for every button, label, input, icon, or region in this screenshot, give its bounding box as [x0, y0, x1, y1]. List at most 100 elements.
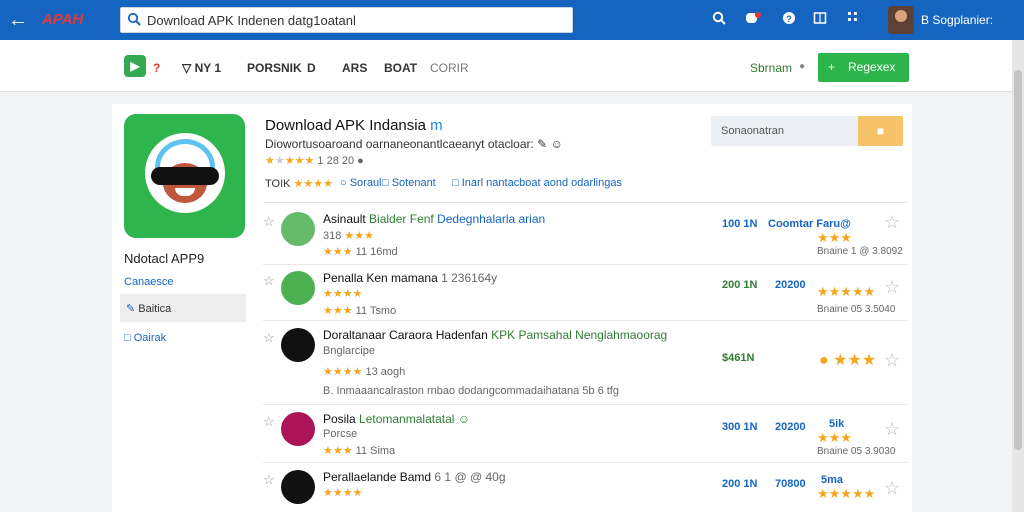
app-row-meta: ★★★ 11 Tsmo [323, 305, 397, 317]
search-box[interactable] [120, 7, 573, 33]
user-avatar[interactable] [888, 6, 914, 34]
app-row-rating: ★★★★ [323, 487, 363, 499]
app-row-stars: ★★★ [817, 430, 852, 445]
meta-link-1[interactable]: ○ Soraul [340, 177, 382, 189]
app-row-size: 5ma [821, 474, 844, 486]
app-row-meta: ★★★ 11 16md [323, 246, 398, 258]
meta-link-2[interactable]: □ Sotenant [382, 177, 436, 189]
rating-value: 1 28 20 [317, 155, 355, 167]
page-title-text: Download APK Indansia [265, 117, 426, 134]
app-row-title: Doraltanaar Caraora Hadenfan KPK Pamsaha… [323, 328, 668, 342]
app-avatar [281, 412, 315, 446]
sidebar-link-3-label: Oairak [133, 332, 167, 344]
favorite-star-icon[interactable]: ☆ [263, 414, 275, 430]
calendar-icon[interactable] [812, 11, 828, 27]
search-input[interactable] [147, 11, 567, 29]
scrollbar-thumb[interactable] [1014, 70, 1022, 450]
search-icon[interactable] [711, 11, 727, 27]
favorite-star-icon[interactable]: ☆ [263, 273, 275, 289]
app-row-version[interactable]: 20200 [775, 279, 806, 291]
nav-item-3[interactable]: D [307, 61, 316, 75]
app-row-downloads: 300 1N [722, 421, 758, 433]
register-button[interactable]: + Regexex [818, 53, 909, 82]
chevron-down-icon[interactable]: ● [799, 61, 809, 73]
app-row-meta: ★★★ 11 Sima [323, 445, 396, 457]
main-panel: Download APK Indansia m Diowortusoaroand… [258, 104, 912, 512]
sidebar-link-2: ✎ Baitica [126, 302, 171, 315]
app-row-stars: ● ★★★ [819, 352, 877, 369]
nav-item-1[interactable]: ▽ NY 1 [182, 61, 221, 75]
sidebar-link-1[interactable]: Canaesce [124, 276, 174, 288]
plus-icon: + [828, 60, 836, 74]
meta-link-3-label: Inarl nantacboat aond odarlingas [461, 177, 622, 189]
app-small-icon[interactable]: ▶ [124, 55, 146, 77]
page-title-suffix: m [430, 117, 443, 134]
apps-icon[interactable] [845, 11, 861, 27]
app-row-stars: ★★★★★ [817, 486, 876, 501]
nav-item-5[interactable]: BOAT [384, 61, 417, 75]
nav-item-6[interactable]: CORIR [430, 61, 469, 75]
back-arrow-icon[interactable]: ← [8, 9, 30, 31]
app-logo-circle [145, 133, 225, 213]
divider [263, 462, 907, 463]
bookmark-star-icon[interactable]: ☆ [884, 277, 900, 298]
app-row-date: Bnaine 1 @ 3.8092 [817, 246, 903, 257]
bookmark-star-icon[interactable]: ☆ [884, 350, 900, 371]
divider [263, 404, 907, 405]
app-row-date: Bnaine 05 3.9030 [817, 446, 896, 457]
svg-text:?: ? [786, 14, 792, 24]
app-row-subtitle: Bnglarcipe [323, 345, 375, 357]
user-name[interactable]: B Sogplanier: [921, 13, 993, 27]
nav-item-2[interactable]: PORSNIK [247, 61, 302, 75]
downloads-count-text: TOIK [265, 178, 291, 190]
rating-stars: ★★★★★ [265, 155, 315, 167]
nav-label-1: NY 1 [194, 61, 222, 75]
app-avatar [281, 470, 315, 504]
downloads-stars: ★★★★ [293, 178, 333, 190]
sidebar-item-selected[interactable]: ✎ Baitica [120, 294, 246, 322]
app-avatar [281, 271, 315, 305]
sidebar-link-2-label: Baitica [138, 303, 172, 315]
inline-search-button[interactable]: ■ [858, 116, 903, 146]
app-avatar [281, 328, 315, 362]
app-row-stars: ★★★★★ [817, 284, 876, 299]
page-subtitle: Diowortusoaroand oarnaneonantlcaeanyt ot… [265, 137, 563, 151]
favorite-star-icon[interactable]: ☆ [263, 472, 275, 488]
app-row-version[interactable]: 20200 [775, 421, 806, 433]
app-sidebar: Ndotacl APP9 Canaesce ✎ Baitica □ Oairak [112, 104, 258, 512]
search-icon [127, 12, 141, 26]
nav-item-4[interactable]: ARS [342, 61, 367, 75]
site-logo[interactable]: APAH [42, 11, 83, 28]
link-icon: □ [124, 332, 134, 344]
favorite-star-icon[interactable]: ☆ [263, 214, 275, 230]
share-icon: ○ [340, 177, 350, 189]
app-row-stars: ★★★ [817, 230, 852, 245]
favorite-star-icon[interactable]: ☆ [263, 330, 275, 346]
sort-label[interactable]: Sbrnam [750, 61, 792, 75]
app-row-downloads: 200 1N [722, 478, 758, 490]
edit-icon: ✎ [126, 303, 136, 315]
inline-search[interactable]: Sonaonatran ■ [711, 116, 903, 146]
help-icon[interactable]: ? [781, 11, 797, 27]
app-row-version[interactable]: 70800 [775, 478, 806, 490]
page-scrollbar[interactable] [1012, 40, 1024, 512]
notification-icon[interactable] [745, 11, 761, 27]
meta-link-3[interactable]: □ Inarl nantacboat aond odarlingas [452, 177, 622, 189]
app-row-downloads: $461N [722, 352, 755, 364]
divider [263, 264, 907, 265]
app-row-downloads: 200 1N [722, 279, 758, 291]
bookmark-star-icon[interactable]: ☆ [884, 478, 900, 499]
sidebar-link-3[interactable]: □ Oairak [124, 332, 166, 344]
app-row-version[interactable]: Coomtar Faru@ [768, 218, 851, 230]
bookmark-star-icon[interactable]: ☆ [884, 419, 900, 440]
app-row-size: 5ik [829, 418, 845, 430]
secondary-nav-bar: ▶ ? ▽ NY 1 PORSNIK D ARS BOAT CORIR Sbrn… [0, 40, 1012, 92]
app-row-subtitle: Porcse [323, 428, 358, 440]
meta-link-2-label: Sotenant [391, 177, 436, 189]
divider [263, 320, 907, 321]
message-icon: □ [452, 177, 462, 189]
info-icon[interactable]: ● [357, 155, 364, 167]
bookmark-star-icon[interactable]: ☆ [884, 212, 900, 233]
app-logo-mask [151, 167, 219, 185]
meta-link-1-label: Soraul [349, 177, 382, 189]
